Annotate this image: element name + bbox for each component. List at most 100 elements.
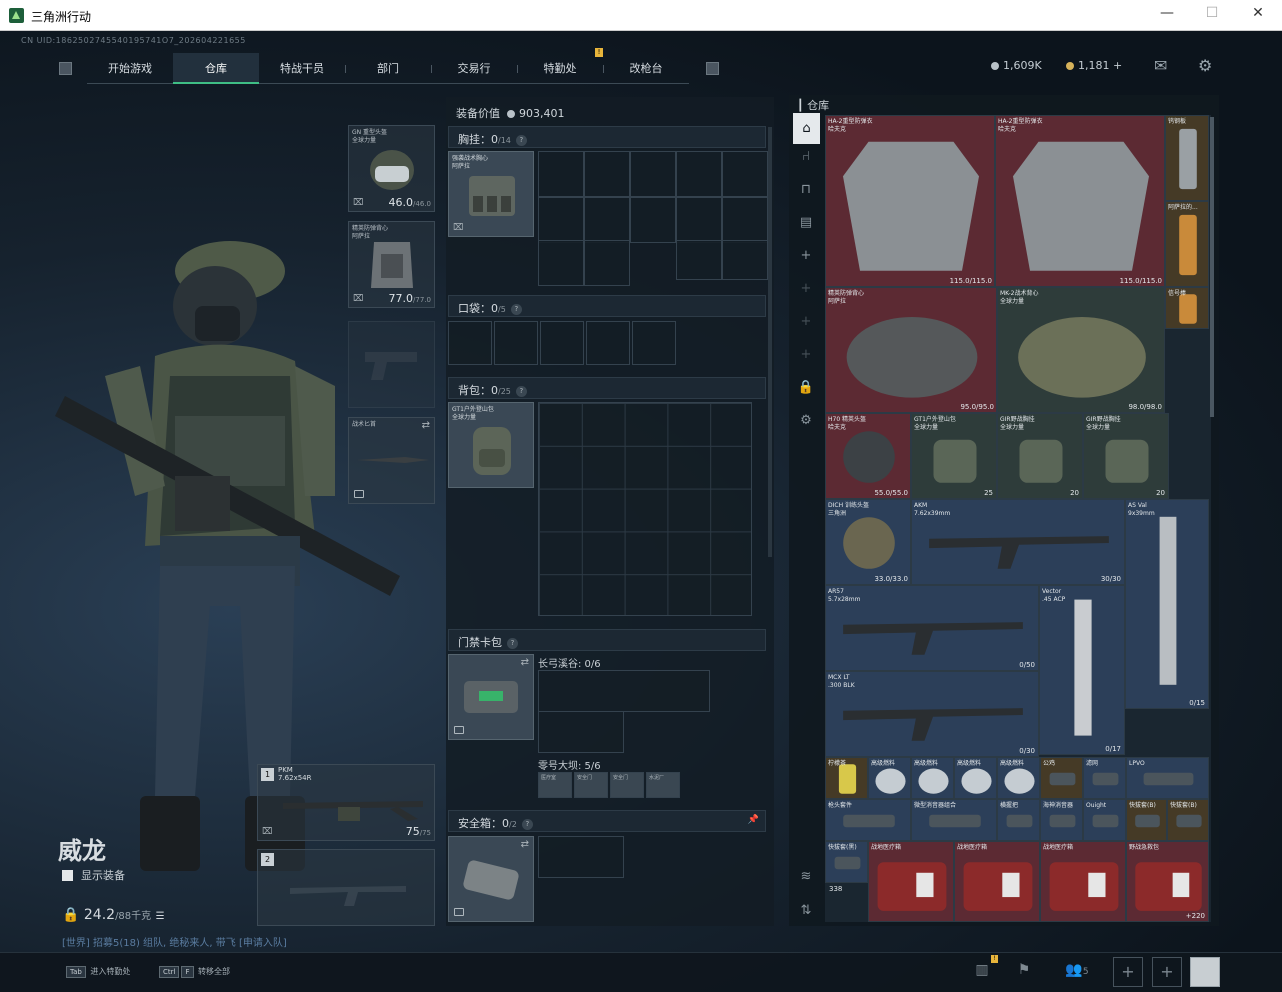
vest-item[interactable]: 精英防弹背心 阿萨拉 95.0/95.0	[825, 287, 997, 413]
safebox-grid[interactable]	[538, 836, 624, 878]
tab-special-ops[interactable]: 特勤处	[517, 53, 603, 84]
sort-icon[interactable]: ⇅	[797, 903, 815, 919]
armor-item[interactable]: HA-2重型防弹衣 哈夫克 115.0/115.0	[825, 115, 995, 287]
rooster-item[interactable]: 公鸡	[1040, 757, 1083, 799]
attachment-item[interactable]: 横握把	[997, 799, 1040, 841]
chair-icon[interactable]: ⑁	[797, 149, 815, 165]
lantern-item[interactable]: 阿萨拉的...	[1165, 201, 1209, 287]
smg-item[interactable]: Vector .45 ACP 0/17	[1039, 585, 1125, 755]
stats-icon[interactable]: ▥	[972, 962, 992, 982]
chest-cell[interactable]	[584, 197, 630, 243]
secondary-weapon-slot[interactable]: 2	[257, 849, 435, 926]
pocket-cell[interactable]	[494, 321, 538, 365]
rifle-item[interactable]: MCX LT .300 BLK 0/30	[825, 671, 1039, 757]
equipment-scrollbar[interactable]	[768, 127, 772, 557]
keycard-item[interactable]: 安全门	[610, 772, 644, 798]
armor-slot[interactable]: 精英防弹背心 阿萨拉 ⌧ 77.0/77.0	[348, 221, 435, 308]
keycard-grid-a[interactable]	[538, 670, 710, 712]
invite-slot-1[interactable]: +	[1113, 957, 1143, 987]
chest-cell[interactable]	[676, 151, 722, 197]
close-button[interactable]: ✕	[1243, 5, 1273, 25]
rifle-item[interactable]: AS Val 9x39mm 0/15	[1125, 499, 1209, 709]
tab-operators[interactable]: 特战干员	[259, 53, 345, 84]
minimize-button[interactable]: —	[1152, 5, 1182, 25]
tab-warehouse[interactable]: 仓库	[173, 53, 259, 84]
pocket-cell[interactable]	[586, 321, 630, 365]
melee-slot[interactable]: 战术匕首 ⇄	[348, 417, 435, 504]
tab-start-game[interactable]: 开始游戏	[87, 53, 173, 84]
keycard-item[interactable]: 水泥厂	[646, 772, 680, 798]
settings-gear-icon[interactable]: ⚙	[1198, 56, 1212, 75]
shelf-icon[interactable]: ▤	[797, 215, 815, 231]
maximize-button[interactable]: ☐	[1197, 5, 1227, 25]
plus-icon[interactable]: +	[797, 347, 815, 363]
rifle-item[interactable]: AR57 5.7x28mm 0/50	[825, 585, 1039, 671]
tab-gunsmith[interactable]: 改枪台	[603, 53, 689, 84]
safebox-slot[interactable]: ⇄	[448, 836, 534, 922]
chest-rig-item[interactable]: GIR野战胸挂 全球力量 20	[997, 413, 1083, 499]
pocket-cell[interactable]	[448, 321, 492, 365]
primary-weapon-slot[interactable]: 1 PKM 7.62x54R ⌧ 75/75	[257, 764, 435, 841]
chest-cell[interactable]	[538, 151, 584, 197]
chest-cell[interactable]	[630, 197, 676, 243]
steel-plate-item[interactable]: 钨钢板	[1165, 115, 1209, 201]
fuel-item[interactable]: 高级燃料	[954, 757, 997, 799]
fuel-item[interactable]: 高级燃料	[868, 757, 911, 799]
helmet-item[interactable]: DICH 训练头盔 三角洲 33.0/33.0	[825, 499, 911, 585]
chest-cell[interactable]	[538, 197, 584, 243]
helmet-item[interactable]: H70 精英头盔 哈夫克 55.0/55.0	[825, 413, 911, 499]
warehouse-grid[interactable]: HA-2重型防弹衣 哈夫克 115.0/115.0 HA-2重型防弹衣 哈夫克 115…	[825, 115, 1211, 922]
tab-trading[interactable]: 交易行	[431, 53, 517, 84]
vest-item[interactable]: MK-2战术背心 全球力量 98.0/98.0	[997, 287, 1165, 413]
hint-transfer-all[interactable]: Ctrl F 转移全部	[159, 966, 230, 978]
keycard-grid-b[interactable]	[538, 711, 624, 753]
backpack-item[interactable]: GT1户外登山包 全球力量 25	[911, 413, 997, 499]
player-avatar[interactable]	[1190, 957, 1220, 987]
chest-cell[interactable]	[676, 240, 722, 280]
chest-cell[interactable]	[676, 197, 722, 243]
medkit-item[interactable]: 战地医疗箱	[868, 841, 954, 922]
currency-gold[interactable]: 1,181 +	[1066, 59, 1122, 72]
medkit-item[interactable]: 战地医疗箱	[954, 841, 1040, 922]
nav-prev-icon[interactable]	[59, 62, 72, 75]
warehouse-scrollbar[interactable]	[1210, 117, 1214, 417]
chest-cell[interactable]	[584, 240, 630, 286]
plus-icon[interactable]: +	[797, 281, 815, 297]
pocket-cell[interactable]	[540, 321, 584, 365]
layers-icon[interactable]: ≋	[797, 869, 815, 885]
gear-icon[interactable]: ⚙	[797, 413, 815, 429]
mail-icon[interactable]: ✉	[1154, 56, 1167, 75]
invite-slot-2[interactable]: +	[1152, 957, 1182, 987]
hint-special-ops[interactable]: Tab 进入特勤处	[66, 966, 130, 978]
chest-cell[interactable]	[722, 151, 768, 197]
chest-cell[interactable]	[722, 197, 768, 243]
attachment-item[interactable]: 枪头套件	[825, 799, 911, 841]
keycard-item[interactable]: 安全门	[574, 772, 608, 798]
lock-icon[interactable]: 🔒	[797, 380, 815, 396]
plus-icon[interactable]: +	[797, 314, 815, 330]
party-icon[interactable]: 👥5	[1062, 962, 1092, 982]
chest-cell[interactable]	[722, 240, 768, 280]
fuel-item[interactable]: 高级燃料	[997, 757, 1040, 799]
attachment-item[interactable]: 快拔套(B)	[1126, 799, 1167, 841]
tea-can-item[interactable]: 柠檬茶	[825, 757, 868, 799]
flare-item[interactable]: 信号棒	[1165, 287, 1209, 329]
table-icon[interactable]: ⊓	[797, 182, 815, 198]
chest-rig-item[interactable]: GIR野战胸挂 全球力量 20	[1083, 413, 1169, 499]
tab-department[interactable]: 部门	[345, 53, 431, 84]
home-icon[interactable]: ⌂	[793, 113, 820, 144]
nav-next-icon[interactable]	[706, 62, 719, 75]
attachment-item[interactable]: 快拔套(黑)	[825, 841, 868, 883]
backpack-slot[interactable]: GT1户外登山包 全球力量	[448, 402, 534, 488]
chest-rig-slot[interactable]: 强袭战术胸心 阿萨拉 ⌧	[448, 151, 534, 237]
keycard-case-slot[interactable]: ⇄	[448, 654, 534, 740]
chest-cell[interactable]	[584, 151, 630, 197]
flag-icon[interactable]: ⚑	[1014, 962, 1034, 982]
attachment-item[interactable]: Ouight	[1083, 799, 1126, 841]
pocket-cell[interactable]	[632, 321, 676, 365]
chest-cell[interactable]	[538, 240, 584, 286]
recruit-message[interactable]: [世界] 招募5(18) 组队, 绝秘来人, 带飞 [申请入队]	[62, 934, 287, 949]
keycard-item[interactable]: 医疗室	[538, 772, 572, 798]
pistol-slot[interactable]	[348, 321, 435, 408]
plus-icon[interactable]: +	[797, 248, 815, 264]
